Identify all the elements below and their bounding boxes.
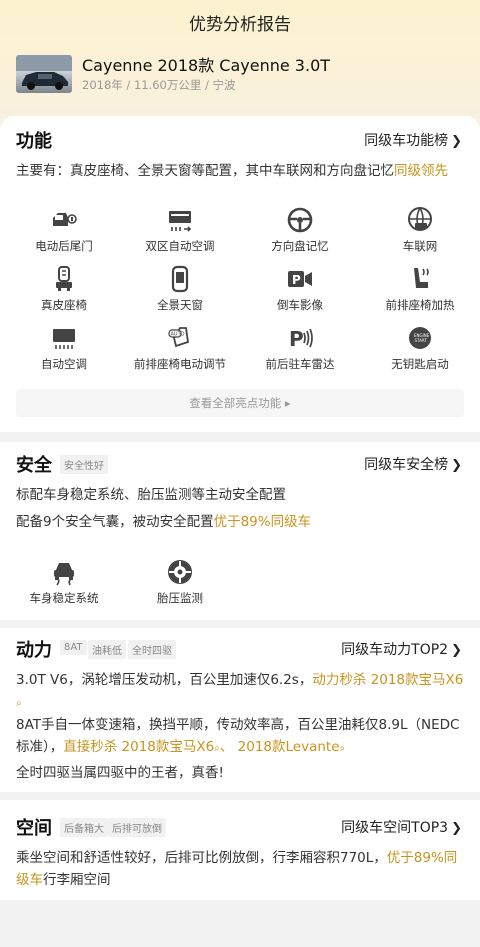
keyless-start-icon: ENGINESTART	[409, 327, 431, 349]
chevron-right-icon: ❯	[451, 821, 462, 836]
chevron-right-icon: ❯	[451, 458, 462, 473]
feature-item[interactable]: AUTO 前排座椅电动调节	[120, 324, 240, 372]
feature-item[interactable]: 车联网	[360, 206, 480, 254]
space-text: 乘坐空间和舒适性较好，后排可比例放倒，行李厢容积770L，优于89%同级车行李厢…	[16, 850, 458, 888]
feature-item[interactable]: 方向盘记忆	[240, 206, 360, 254]
leather-seat-icon	[56, 266, 72, 291]
feature-item[interactable]: 前排座椅加热	[360, 265, 480, 313]
car-thumbnail[interactable]	[16, 55, 72, 93]
stability-icon	[54, 563, 74, 586]
steering-wheel-icon	[287, 207, 313, 233]
safety-title: 安全	[16, 455, 52, 476]
power-gearbox-text: 8AT手自一体变速箱，换挡平顺，传动效率高，百公里油耗仅8.9L（NEDC标准）…	[16, 714, 466, 760]
space-rank-link[interactable]: 同级车空间TOP3 ❯	[341, 817, 462, 837]
feature-item[interactable]: 全景天窗	[120, 265, 240, 313]
feature-item[interactable]: P 前后驻车雷达	[240, 324, 360, 372]
seat-heating-icon	[414, 268, 429, 288]
feature-item-label: 真皮座椅	[41, 298, 87, 312]
search-icon: ⌕	[16, 698, 22, 709]
feature-item[interactable]: 双区自动空调	[120, 206, 240, 254]
feature-item[interactable]: 电动后尾门	[4, 206, 124, 254]
feature-item[interactable]: 真皮座椅	[4, 265, 124, 313]
power-engine-text: 3.0T V6，涡轮增压发动机，百公里加速仅6.2s，动力秒杀 2018款宝马X…	[16, 669, 466, 715]
safety-line-2: 配备9个安全气囊，被动安全配置优于89%同级车	[16, 514, 312, 530]
power-rank-link[interactable]: 同级车动力TOP2 ❯	[341, 639, 462, 659]
safety-item-tire[interactable]: 胎压监测	[120, 558, 240, 606]
car-meta: 2018年 / 11.60万公里 / 宁波	[82, 78, 236, 92]
car-title: Cayenne 2018款 Cayenne 3.0T	[82, 56, 331, 75]
safety-rank-link[interactable]: 同级车安全榜 ❯	[364, 454, 462, 474]
compare-link-bmw-x6[interactable]: 直接秒杀 2018款宝马X6	[63, 739, 214, 755]
power-tag: 油耗低	[88, 640, 126, 659]
feature-item-label: 全景天窗	[157, 298, 203, 312]
power-title: 动力	[16, 640, 52, 661]
svg-text:P: P	[292, 273, 301, 287]
power-seat-icon: AUTO	[168, 327, 189, 348]
feature-item-label: 倒车影像	[277, 298, 323, 312]
power-tag: 8AT	[60, 640, 87, 655]
features-rank-link[interactable]: 同级车功能榜 ❯	[364, 130, 462, 150]
chevron-right-icon: ❯	[451, 643, 462, 658]
globe-car-icon	[408, 207, 432, 231]
sunroof-icon	[171, 265, 189, 293]
safety-line-1: 标配车身稳定系统、胎压监测等主动安全配置	[16, 487, 286, 503]
svg-text:AUTO: AUTO	[171, 332, 185, 338]
car-image-icon	[16, 55, 72, 90]
feature-item[interactable]: 自动空调	[4, 324, 124, 372]
feature-item-label: 前排座椅加热	[385, 298, 455, 312]
power-awd-text: 全时四驱当属四驱中的王者，真香!	[16, 765, 224, 781]
page-title: 优势分析报告	[189, 15, 291, 35]
feature-item-label: 车联网	[402, 239, 438, 253]
feature-item[interactable]: P 倒车影像	[240, 265, 360, 313]
feature-item-label: 前后驻车雷达	[265, 357, 335, 371]
feature-item-label: 无钥匙启动	[391, 357, 449, 371]
feature-item-label: 自动空调	[41, 357, 87, 371]
feature-item-label: 前排座椅电动调节	[134, 357, 226, 371]
safety-item-label: 胎压监测	[157, 591, 203, 605]
compare-link-levante[interactable]: 2018款Levante	[238, 739, 340, 755]
compare-link-bmw-x6[interactable]: 动力秒杀 2018款宝马X6	[312, 672, 463, 688]
reverse-camera-icon: P	[288, 271, 312, 287]
auto-ac-icon	[53, 329, 75, 349]
search-icon: ⌕	[339, 743, 346, 754]
svg-text:P: P	[289, 327, 304, 351]
feature-item-label: 双区自动空调	[145, 239, 215, 253]
power-tailgate-icon	[53, 213, 77, 226]
safety-item-stability[interactable]: 车身稳定系统	[4, 558, 124, 606]
chevron-right-icon: ❯	[451, 134, 462, 149]
features-title: 功能	[16, 131, 52, 152]
feature-item-label: 方向盘记忆	[271, 239, 329, 253]
feature-item-label: 电动后尾门	[35, 239, 93, 253]
space-tag: 后排可放倒	[108, 818, 166, 837]
space-title: 空间	[16, 818, 52, 839]
svg-text:START: START	[415, 338, 428, 343]
features-summary: 主要有：真皮座椅、全景天窗等配置，其中车联网和方向盘记忆同级领先	[16, 163, 448, 179]
parking-radar-icon: P	[289, 327, 313, 351]
safety-tag: 安全性好	[60, 455, 108, 474]
tire-pressure-icon	[168, 560, 192, 584]
view-all-features-button[interactable]: 查看全部亮点功能 ▸	[16, 389, 464, 417]
feature-item[interactable]: ENGINE START 无钥匙启动	[360, 324, 480, 372]
safety-item-label: 车身稳定系统	[29, 591, 99, 605]
power-tag: 全时四驱	[128, 640, 176, 659]
dual-zone-ac-icon	[169, 211, 192, 232]
space-tag: 后备箱大	[60, 818, 108, 837]
